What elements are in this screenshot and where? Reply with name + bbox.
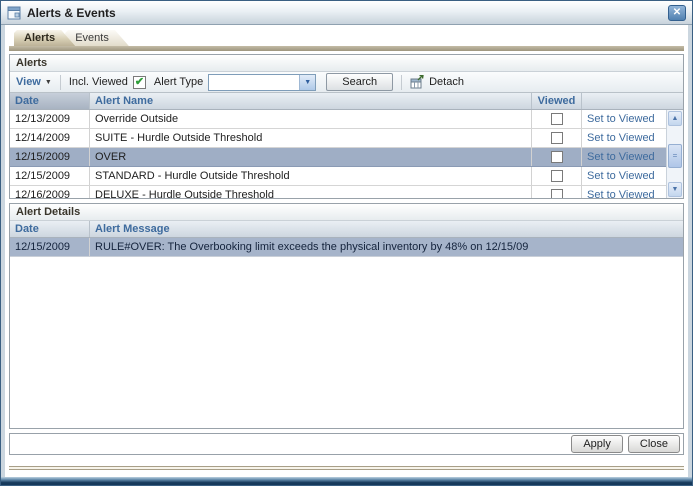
cell-alert-name: OVER	[90, 148, 532, 166]
chevron-down-icon: ▼	[45, 79, 52, 86]
table-row-selected[interactable]: 12/15/2009 OVER Set to Viewed	[10, 148, 666, 167]
cell-date: 12/15/2009	[10, 167, 90, 185]
alerts-panel: Alerts View ▼ Incl. Viewed ✔ Alert Type …	[9, 54, 684, 199]
cell-date: 12/14/2009	[10, 129, 90, 147]
alert-type-value	[209, 75, 299, 90]
dialog-title: Alerts & Events	[27, 6, 116, 20]
set-to-viewed-link[interactable]: Set to Viewed	[587, 170, 655, 182]
dialog-titlebar: Alerts & Events ✕	[1, 1, 692, 25]
viewed-checkbox[interactable]	[551, 132, 563, 144]
view-menu-label: View	[16, 76, 41, 88]
set-to-viewed-link[interactable]: Set to Viewed	[587, 113, 655, 125]
tab-strip: Alerts Events	[9, 30, 684, 51]
details-table-header: Date Alert Message	[10, 221, 683, 238]
column-header-date[interactable]: Date	[10, 221, 90, 237]
column-header-alert-name[interactable]: Alert Name	[90, 93, 532, 109]
column-header-stub	[666, 93, 683, 109]
column-header-viewed[interactable]: Viewed	[532, 93, 582, 109]
window-bottom-border	[1, 477, 692, 485]
dialog-content: Alerts Events Alerts View ▼ Incl. Viewed…	[5, 25, 688, 477]
cell-date: 12/16/2009	[10, 186, 90, 198]
incl-viewed-label: Incl. Viewed	[69, 76, 128, 88]
column-header-date[interactable]: Date	[10, 93, 90, 109]
vertical-scrollbar[interactable]: ▲ = ▼	[666, 110, 683, 198]
cell-alert-name: DELUXE - Hurdle Outside Threshold	[90, 186, 532, 198]
toolbar-separator	[401, 75, 402, 90]
window-icon	[7, 6, 21, 20]
set-to-viewed-link[interactable]: Set to Viewed	[587, 132, 655, 144]
cell-alert-name: Override Outside	[90, 110, 532, 128]
search-button[interactable]: Search	[326, 73, 393, 91]
cell-alert-name: SUITE - Hurdle Outside Threshold	[90, 129, 532, 147]
scrollbar-thumb[interactable]: =	[668, 144, 682, 168]
view-menu-button[interactable]: View ▼	[16, 76, 52, 88]
alert-type-combobox[interactable]: ▼	[208, 74, 316, 91]
viewed-checkbox[interactable]	[551, 189, 563, 198]
alerts-table-body: 12/13/2009 Override Outside Set to Viewe…	[10, 110, 683, 198]
tab-events[interactable]: Events	[65, 30, 129, 46]
viewed-checkbox[interactable]	[551, 151, 563, 163]
column-header-alert-message[interactable]: Alert Message	[90, 221, 683, 237]
table-row[interactable]: 12/16/2009 DELUXE - Hurdle Outside Thres…	[10, 186, 666, 198]
table-row[interactable]: 12/14/2009 SUITE - Hurdle Outside Thresh…	[10, 129, 666, 148]
details-row-selected[interactable]: 12/15/2009 RULE#OVER: The Overbooking li…	[10, 238, 683, 257]
footer-divider	[9, 466, 684, 470]
cell-alert-message: RULE#OVER: The Overbooking limit exceeds…	[90, 238, 683, 256]
cell-date: 12/13/2009	[10, 110, 90, 128]
incl-viewed-checkbox[interactable]: ✔	[133, 76, 146, 89]
details-empty-area	[10, 257, 683, 428]
alerts-panel-title: Alerts	[10, 55, 683, 72]
cell-alert-name: STANDARD - Hurdle Outside Threshold	[90, 167, 532, 185]
toolbar-separator	[60, 75, 61, 90]
alerts-table-header: Date Alert Name Viewed	[10, 93, 683, 110]
detach-icon	[410, 75, 424, 89]
cell-date: 12/15/2009	[10, 238, 90, 256]
apply-button[interactable]: Apply	[571, 435, 623, 453]
column-header-action[interactable]	[582, 93, 666, 109]
viewed-checkbox[interactable]	[551, 113, 563, 125]
set-to-viewed-link[interactable]: Set to Viewed	[587, 189, 655, 198]
alerts-events-dialog: Alerts & Events ✕ Alerts Events Alerts V…	[0, 0, 693, 486]
scroll-up-icon[interactable]: ▲	[668, 111, 682, 126]
table-row[interactable]: 12/15/2009 STANDARD - Hurdle Outside Thr…	[10, 167, 666, 186]
viewed-checkbox[interactable]	[551, 170, 563, 182]
alert-type-label: Alert Type	[154, 76, 203, 88]
chevron-down-icon[interactable]: ▼	[299, 75, 315, 90]
set-to-viewed-link[interactable]: Set to Viewed	[587, 151, 655, 163]
close-button[interactable]: Close	[628, 435, 680, 453]
detach-label: Detach	[429, 76, 464, 88]
alerts-toolbar: View ▼ Incl. Viewed ✔ Alert Type ▼ Searc…	[10, 72, 683, 93]
table-row[interactable]: 12/13/2009 Override Outside Set to Viewe…	[10, 110, 666, 129]
tab-strip-bar	[9, 46, 684, 51]
detach-button[interactable]: Detach	[410, 75, 464, 89]
scroll-down-icon[interactable]: ▼	[668, 182, 682, 197]
cell-date: 12/15/2009	[10, 148, 90, 166]
alert-details-panel: Alert Details Date Alert Message 12/15/2…	[9, 203, 684, 429]
alert-details-panel-title: Alert Details	[10, 204, 683, 221]
close-icon[interactable]: ✕	[668, 5, 686, 21]
dialog-footer: Apply Close	[9, 433, 684, 455]
